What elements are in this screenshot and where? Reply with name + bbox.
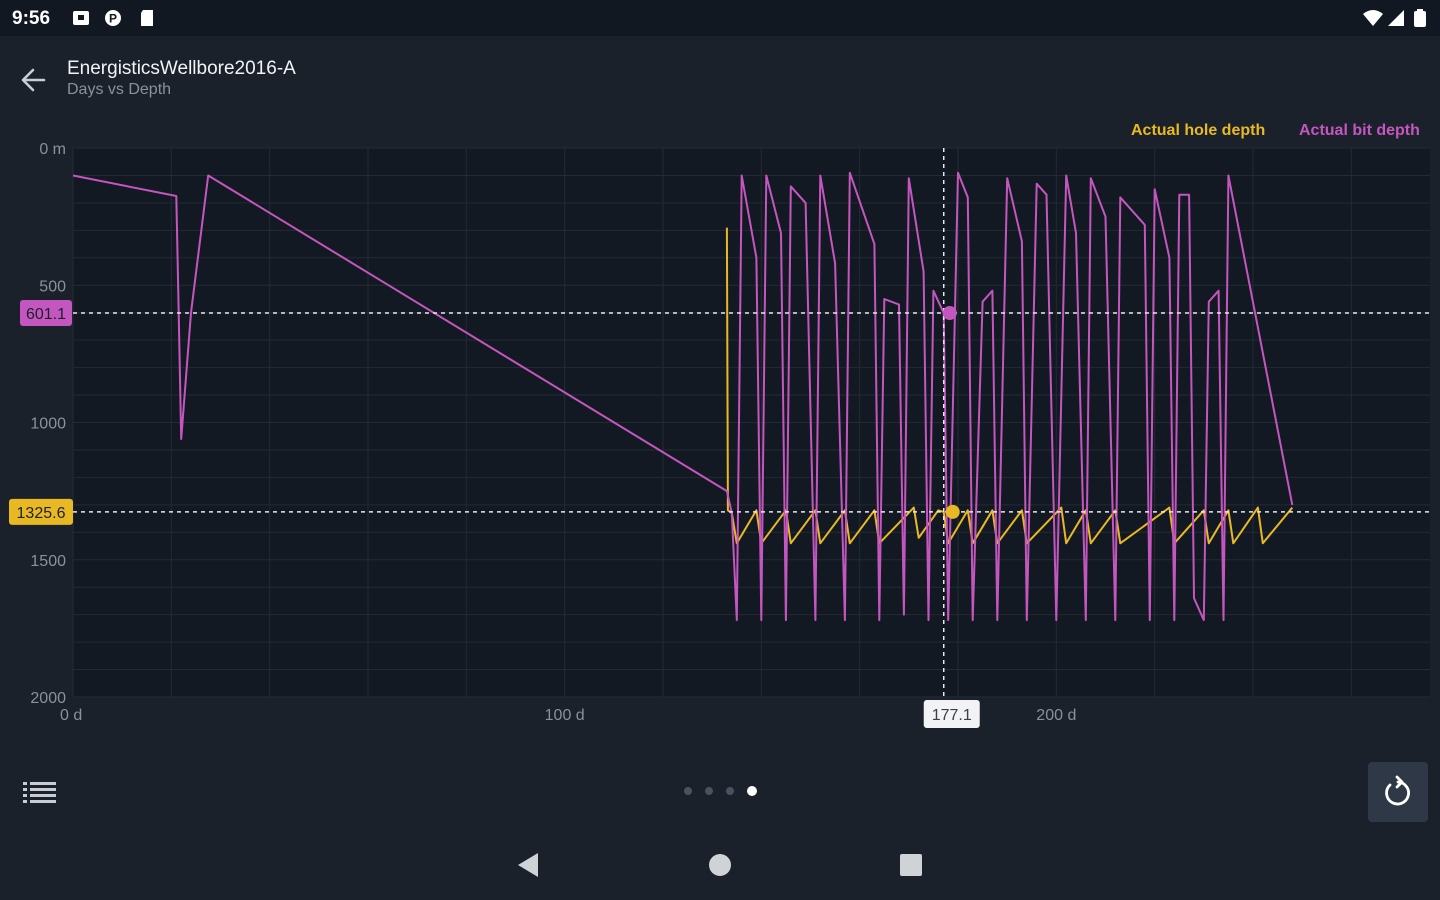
reset-zoom-button[interactable] xyxy=(1368,762,1428,822)
page-subtitle: Days vs Depth xyxy=(67,81,172,98)
hole-depth-tag: 1325.6 xyxy=(9,498,73,525)
legend-bit-depth[interactable]: Actual bit depth xyxy=(1299,122,1420,140)
y-tick-label: 500 xyxy=(39,278,66,295)
x-tick-label: 100 d xyxy=(545,707,585,724)
notification-square-icon xyxy=(73,11,89,25)
bottom-bar xyxy=(0,750,1440,830)
bit-depth-tag: 601.1 xyxy=(20,300,72,327)
arrow-left-icon[interactable] xyxy=(14,60,54,100)
legend-hole-depth[interactable]: Actual hole depth xyxy=(1131,122,1265,140)
cursor-x-tag: 177.1 xyxy=(923,700,980,728)
bit-depth-tag-text: 601.1 xyxy=(26,306,66,323)
depth-chart[interactable]: 0 m 500 1000 1500 2000 0 d 100 d 200 d 601.1 13… xyxy=(0,140,1440,730)
battery-icon xyxy=(1414,9,1426,27)
depth-chart-svg[interactable]: 0 m 500 1000 1500 2000 0 d 100 d 200 d 601.1 13… xyxy=(0,140,1440,730)
y-tick-label: 1000 xyxy=(30,416,66,433)
reset-zoom-icon xyxy=(1385,775,1410,806)
wifi-icon xyxy=(1363,10,1383,26)
hole-depth-marker xyxy=(945,504,960,519)
page-dot-active[interactable] xyxy=(747,786,757,796)
page-title: EnergisticsWellbore2016-A xyxy=(67,58,296,79)
nav-back-icon[interactable] xyxy=(508,850,548,880)
p-circle-icon: P xyxy=(105,10,121,26)
svg-text:P: P xyxy=(109,12,117,26)
status-time: 9:56 xyxy=(12,8,51,29)
hole-depth-tag-text: 1325.6 xyxy=(17,505,66,522)
page-dot[interactable] xyxy=(726,787,734,795)
status-bar: 9:56 P xyxy=(0,0,1440,36)
cursor-x-tag-text: 177.1 xyxy=(932,707,972,724)
nav-bar xyxy=(0,830,1440,900)
y-tick-label: 0 m xyxy=(39,141,66,158)
y-tick-label: 1500 xyxy=(30,553,66,570)
y-axis: 0 m 500 1000 1500 2000 xyxy=(30,141,66,707)
bit-depth-marker xyxy=(942,306,957,321)
x-tick-label: 0 d xyxy=(60,707,82,724)
sd-card-icon xyxy=(141,10,153,26)
y-tick-label: 2000 xyxy=(30,690,66,707)
list-icon[interactable] xyxy=(18,774,62,808)
nav-home-icon[interactable] xyxy=(700,850,740,880)
app-bar: EnergisticsWellbore2016-A Days vs Depth xyxy=(0,36,1440,120)
page-dot[interactable] xyxy=(684,787,692,795)
page-dot[interactable] xyxy=(705,787,713,795)
cell-signal-icon xyxy=(1388,10,1404,26)
page-indicator[interactable] xyxy=(676,783,766,799)
nav-recents-icon[interactable] xyxy=(891,850,931,880)
x-tick-label: 200 d xyxy=(1036,707,1076,724)
